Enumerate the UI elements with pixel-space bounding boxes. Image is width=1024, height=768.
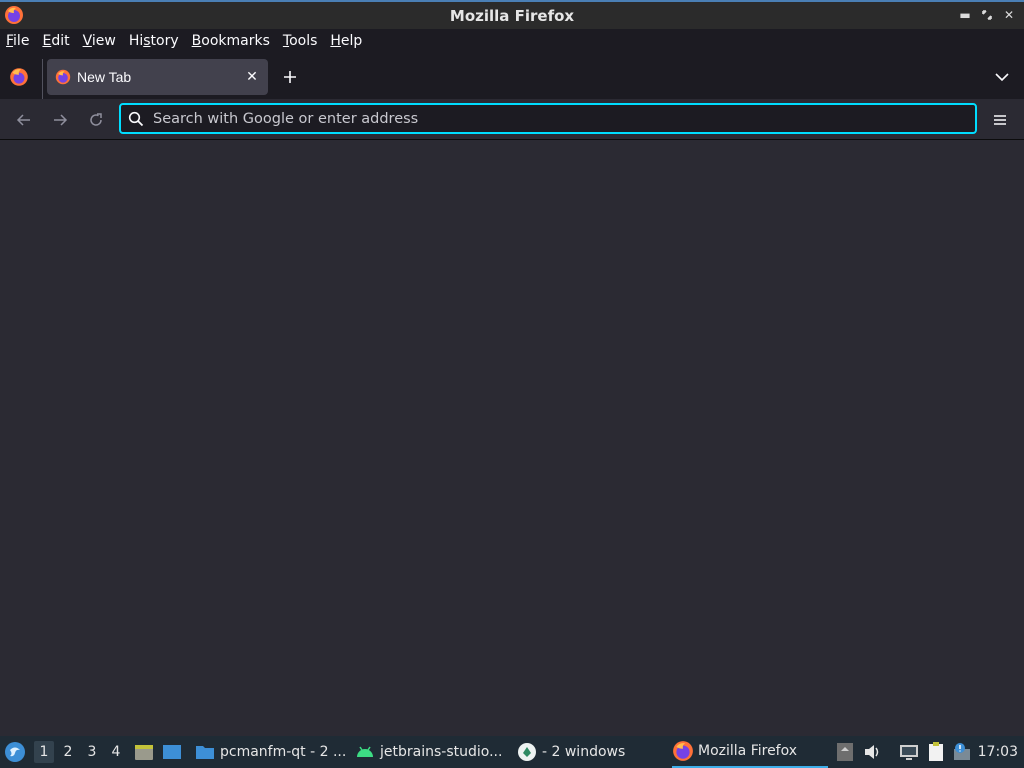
firefox-icon <box>55 69 71 85</box>
menu-edit[interactable]: Edit <box>42 33 69 49</box>
workspace-1[interactable]: 1 <box>34 741 54 763</box>
menu-bookmarks[interactable]: Bookmarks <box>192 33 270 49</box>
workspace-2[interactable]: 2 <box>58 741 78 763</box>
system-taskbar: 1 2 3 4 pcmanfm-qt - 2 ... jetbrains-stu… <box>0 736 1024 768</box>
new-tab-button[interactable] <box>278 65 302 89</box>
menu-bar: File Edit View History Bookmarks Tools H… <box>0 29 1024 53</box>
workspace-4[interactable]: 4 <box>106 741 126 763</box>
plus-icon <box>284 71 296 83</box>
task-label: jetbrains-studio... <box>380 744 503 760</box>
forward-button[interactable] <box>48 108 72 132</box>
reload-icon <box>90 113 102 126</box>
back-arrow-icon <box>16 114 30 126</box>
network-icon[interactable] <box>898 741 920 763</box>
navigation-toolbar <box>0 99 1024 140</box>
list-all-tabs-button[interactable] <box>990 65 1014 89</box>
task-label: Mozilla Firefox <box>698 743 798 759</box>
android-studio-icon <box>518 743 536 761</box>
start-menu-icon[interactable] <box>4 741 26 763</box>
tab-label: New Tab <box>77 69 132 85</box>
tab-close-icon[interactable]: ✕ <box>240 65 264 89</box>
file-manager-launcher-icon[interactable] <box>133 741 155 763</box>
chevron-down-icon <box>995 73 1009 82</box>
volume-icon[interactable] <box>861 741 883 763</box>
window-titlebar: Mozilla Firefox ▬ ✕ <box>0 0 1024 29</box>
clock[interactable]: 17:03 <box>978 736 1018 768</box>
hamburger-menu-icon <box>994 115 1006 125</box>
task-label: pcmanfm-qt - 2 ... <box>220 744 347 760</box>
menu-file[interactable]: File <box>6 33 29 49</box>
minimize-icon[interactable]: ▬ <box>956 5 974 25</box>
menu-help[interactable]: Help <box>330 33 362 49</box>
window-controls: ▬ ✕ <box>956 5 1018 25</box>
maximize-icon[interactable] <box>978 5 996 25</box>
window-title: Mozilla Firefox <box>449 6 575 25</box>
close-icon[interactable]: ✕ <box>1000 5 1018 25</box>
android-icon <box>357 746 373 757</box>
workspace-3[interactable]: 3 <box>82 741 102 763</box>
desktop-icon[interactable] <box>161 741 183 763</box>
tab-strip: New Tab ✕ <box>0 53 1024 101</box>
task-pcmanfm[interactable]: pcmanfm-qt - 2 ... <box>194 736 346 768</box>
task-jetbrains-studio[interactable]: jetbrains-studio... <box>354 736 502 768</box>
back-button[interactable] <box>12 108 36 132</box>
reload-button[interactable] <box>84 108 108 132</box>
task-android-studio-group[interactable]: - 2 windows <box>516 736 625 768</box>
app-menu-button[interactable] <box>988 108 1012 132</box>
scroll-indicator-icon[interactable] <box>834 741 856 763</box>
tab-new-tab[interactable]: New Tab ✕ <box>47 59 268 95</box>
menu-view[interactable]: View <box>83 33 116 49</box>
firefox-icon <box>673 741 693 761</box>
firefox-view-icon[interactable] <box>8 66 30 88</box>
clipboard-icon[interactable] <box>925 741 947 763</box>
page-content[interactable] <box>0 141 1024 736</box>
firefox-icon <box>5 6 23 24</box>
forward-arrow-icon <box>54 114 68 126</box>
menu-history[interactable]: History <box>129 33 179 49</box>
address-bar[interactable] <box>119 103 977 134</box>
task-label: - 2 windows <box>542 744 626 760</box>
task-firefox[interactable]: Mozilla Firefox <box>672 736 828 768</box>
search-icon <box>128 111 144 126</box>
folder-icon <box>196 746 214 759</box>
tabstrip-divider <box>42 59 43 101</box>
menu-tools[interactable]: Tools <box>283 33 318 49</box>
address-input[interactable] <box>153 110 933 127</box>
notification-icon[interactable] <box>951 741 973 763</box>
